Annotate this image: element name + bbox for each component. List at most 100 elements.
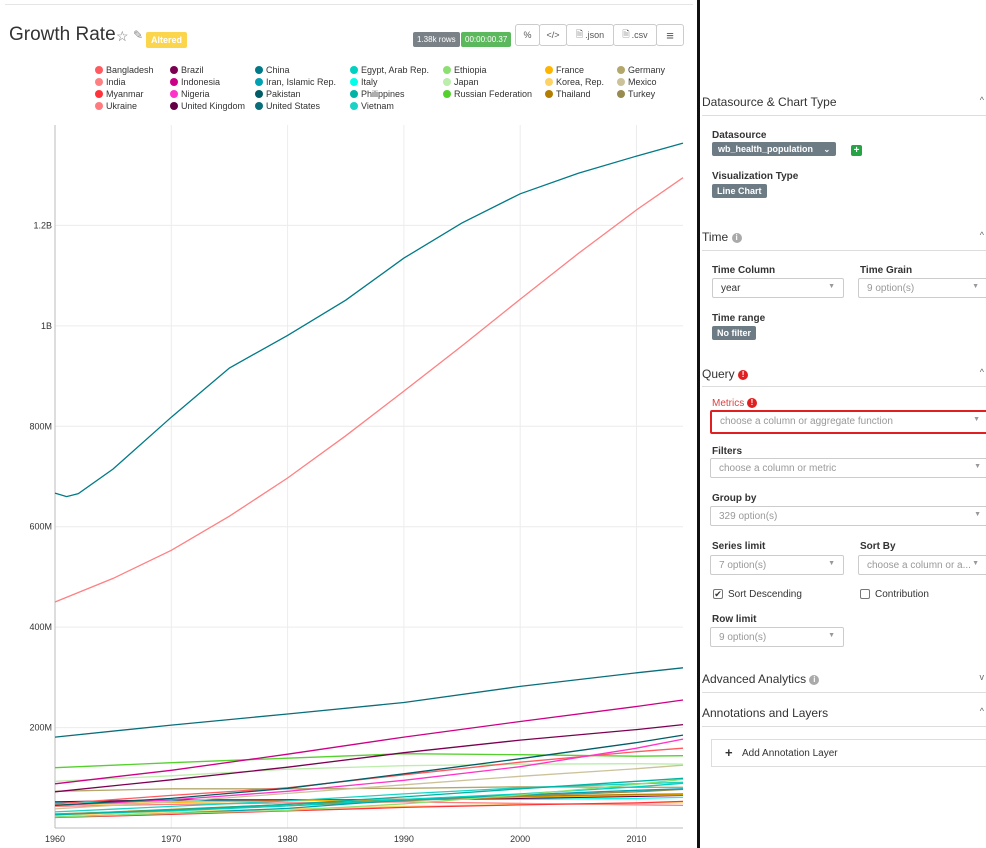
section-advanced-label: Advanced Analytics: [702, 672, 807, 686]
legend-item[interactable]: Indonesia: [170, 77, 220, 87]
add-annotation-layer-label: Add Annotation Layer: [742, 748, 838, 759]
altered-badge[interactable]: Altered: [146, 32, 188, 48]
metrics-label: Metrics !: [712, 398, 758, 409]
time-range-control[interactable]: No filter: [712, 326, 757, 340]
legend-item[interactable]: Nigeria: [170, 89, 210, 99]
series-line-united-states: [54, 667, 684, 738]
legend-item[interactable]: Bangladesh: [95, 65, 154, 75]
section-annotations-title[interactable]: Annotations and Layers: [702, 706, 828, 720]
series-limit-select[interactable]: 7 option(s) ▼: [710, 555, 844, 575]
legend-item[interactable]: France: [545, 65, 584, 75]
add-datasource-icon[interactable]: +: [851, 145, 862, 156]
error-icon[interactable]: !: [747, 398, 758, 409]
collapse-icon[interactable]: ^: [980, 95, 984, 105]
legend-item[interactable]: India: [95, 77, 126, 87]
legend-item[interactable]: Brazil: [170, 65, 204, 75]
series-limit-label: Series limit: [712, 541, 766, 552]
legend-item[interactable]: Pakistan: [255, 89, 301, 99]
legend-item[interactable]: Iran, Islamic Rep.: [255, 77, 336, 87]
legend-label: Korea, Rep.: [556, 77, 605, 87]
legend-item[interactable]: Philippines: [350, 89, 405, 99]
metrics-placeholder: choose a column or aggregate function: [720, 416, 893, 427]
groupby-select[interactable]: 329 option(s) ▼: [710, 506, 986, 526]
collapse-icon[interactable]: ^: [980, 230, 984, 240]
legend-item[interactable]: Russian Federation: [443, 89, 532, 99]
legend-item[interactable]: United States: [255, 101, 320, 111]
legend-color-dot: [443, 78, 451, 86]
legend-item[interactable]: China: [255, 65, 290, 75]
query-timer-badge: 00:00:00.37: [461, 32, 512, 47]
dropdown-arrow-icon: ▼: [828, 632, 835, 639]
row-limit-select[interactable]: 9 option(s) ▼: [710, 627, 844, 647]
csv-button[interactable]: 🗎 .csv: [613, 24, 657, 46]
menu-button[interactable]: ≡: [656, 24, 684, 46]
legend-color-dot: [255, 90, 263, 98]
legend-color-dot: [617, 78, 625, 86]
star-icon[interactable]: ☆: [116, 28, 129, 45]
legend-color-dot: [255, 78, 263, 86]
legend-item[interactable]: Italy: [350, 77, 378, 87]
plus-icon: +: [725, 745, 733, 760]
legend-item[interactable]: Germany: [617, 65, 665, 75]
legend-item[interactable]: Myanmar: [95, 89, 144, 99]
collapse-icon[interactable]: ^: [980, 706, 984, 716]
time-grain-select[interactable]: 9 option(s) ▼: [858, 278, 986, 298]
time-column-select[interactable]: year ▼: [712, 278, 844, 298]
dropdown-arrow-icon: ▼: [974, 511, 981, 518]
series-line-brazil: [54, 723, 684, 793]
sort-by-select[interactable]: choose a column or a... ▼: [858, 555, 986, 575]
contribution-label[interactable]: Contribution: [875, 589, 929, 600]
collapse-icon[interactable]: ^: [980, 367, 984, 377]
legend-item[interactable]: Ukraine: [95, 101, 137, 111]
info-icon[interactable]: i: [809, 674, 820, 685]
section-time-label: Time: [702, 230, 729, 244]
edit-icon[interactable]: ✎: [133, 28, 143, 42]
y-tick-label: 800M: [29, 421, 52, 431]
contribution-checkbox[interactable]: [860, 589, 870, 599]
legend-item[interactable]: Korea, Rep.: [545, 77, 604, 87]
legend-color-dot: [170, 78, 178, 86]
add-annotation-layer-button[interactable]: + Add Annotation Layer: [711, 739, 986, 767]
legend-item[interactable]: United Kingdom: [170, 101, 245, 111]
datasource-select[interactable]: wb_health_population ⌄: [712, 142, 837, 156]
legend-color-dot: [545, 78, 553, 86]
legend-item[interactable]: Mexico: [617, 77, 657, 87]
legend-item[interactable]: Egypt, Arab Rep.: [350, 65, 429, 75]
section-advanced-title[interactable]: Advanced Analytics i: [702, 672, 820, 686]
expand-icon[interactable]: v: [980, 672, 985, 682]
legend-item[interactable]: Ethiopia: [443, 65, 487, 75]
legend-color-dot: [350, 66, 358, 74]
error-icon[interactable]: !: [738, 369, 749, 380]
sort-descending-checkbox[interactable]: ✔: [713, 589, 723, 599]
legend-color-dot: [350, 90, 358, 98]
legend-item[interactable]: Vietnam: [350, 101, 394, 111]
legend-color-dot: [95, 66, 103, 74]
embed-button[interactable]: </>: [539, 24, 567, 46]
section-datasource-title[interactable]: Datasource & Chart Type: [702, 95, 837, 109]
legend-item[interactable]: Japan: [443, 77, 479, 87]
y-tick-label: 1.2B: [33, 220, 52, 230]
filters-select[interactable]: choose a column or metric ▼: [710, 458, 986, 478]
section-divider: [702, 692, 986, 693]
x-tick-label: 1970: [161, 834, 181, 844]
chart-title[interactable]: Growth Rate: [9, 24, 116, 46]
legend-label: Pakistan: [266, 89, 301, 99]
y-tick-label: 600M: [29, 522, 52, 532]
viz-type-select[interactable]: Line Chart: [712, 184, 767, 198]
legend-item[interactable]: Turkey: [617, 89, 655, 99]
info-icon[interactable]: i: [731, 232, 742, 243]
legend-label: Egypt, Arab Rep.: [361, 65, 430, 75]
metrics-select[interactable]: choose a column or aggregate function ▼: [710, 410, 986, 434]
section-query-title[interactable]: Query !: [702, 367, 749, 381]
legend-label: Ukraine: [106, 101, 138, 111]
legend-item[interactable]: Thailand: [545, 89, 591, 99]
section-time-title[interactable]: Time i: [702, 230, 742, 244]
sort-descending-label[interactable]: Sort Descending: [728, 589, 802, 600]
legend-label: Turkey: [628, 89, 656, 99]
legend-color-dot: [255, 66, 263, 74]
time-range-label: Time range: [712, 313, 766, 324]
json-button[interactable]: 🗎 .json: [566, 24, 614, 46]
legend-label: Bangladesh: [106, 65, 154, 75]
link-button[interactable]: %: [515, 24, 540, 46]
legend-color-dot: [95, 102, 103, 110]
